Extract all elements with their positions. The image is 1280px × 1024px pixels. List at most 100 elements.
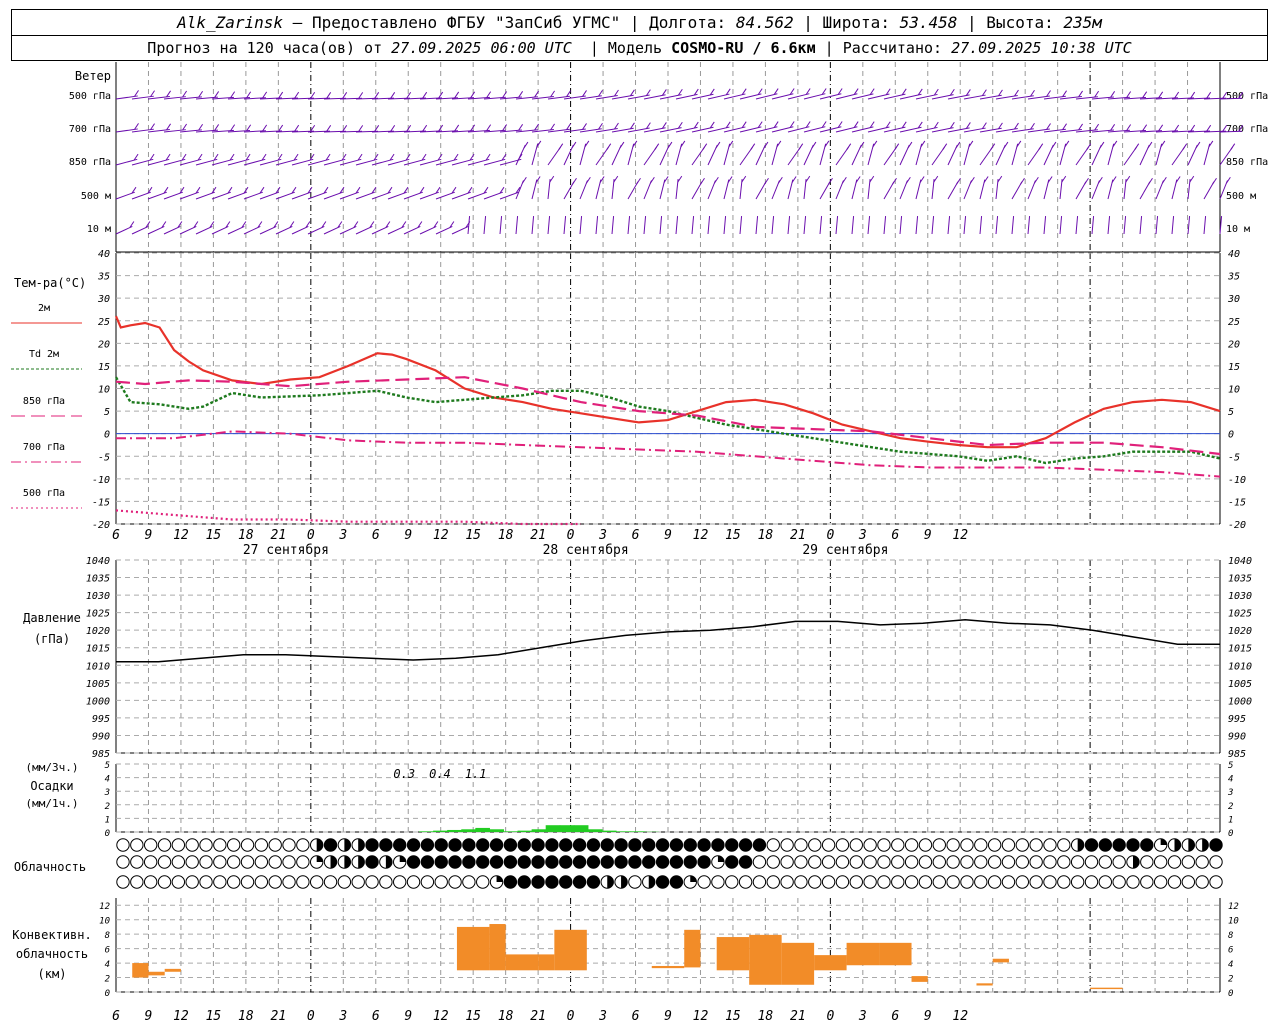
- wind-barb: [1043, 141, 1057, 166]
- wind-barb-shaft: [643, 180, 652, 200]
- cloud-circle: [725, 875, 739, 889]
- cloud-symbol: [296, 855, 310, 869]
- cloud-circle: [766, 838, 780, 852]
- wind-barb: [643, 143, 660, 166]
- wind-barb: [739, 216, 743, 235]
- cloud-circle: [1015, 855, 1030, 869]
- temp-tick-right: 25: [1228, 317, 1240, 328]
- wind-barb: [723, 140, 734, 166]
- precip-bar: [616, 831, 631, 832]
- hour-tick-label: 12: [952, 1009, 968, 1024]
- cloud-symbol: [1195, 875, 1209, 889]
- cloud-circle: [282, 838, 296, 852]
- precip-tick-left: 0: [105, 829, 110, 839]
- cloud-symbol: [1153, 838, 1168, 852]
- wind-barb: [579, 216, 583, 235]
- wind-barb-shaft: [899, 180, 908, 200]
- cloud-circle: [1209, 875, 1223, 889]
- cloud-symbol: [1209, 838, 1223, 852]
- cloud-circle: [434, 875, 448, 889]
- cloud-symbol: [1070, 875, 1085, 889]
- cloud-symbol: [697, 838, 711, 852]
- wind-barb-shaft: [1123, 216, 1127, 235]
- hour-tick-label: 15: [465, 528, 481, 543]
- precip-bar: [433, 830, 448, 832]
- wind-barb-flag: [550, 123, 555, 131]
- hour-tick-label: 9: [664, 1009, 672, 1024]
- wind-barb: [1011, 216, 1015, 235]
- cloud-circle: [891, 838, 905, 852]
- wind-level-label: 10 м: [87, 224, 111, 235]
- wind-barb-shaft: [195, 225, 213, 235]
- cloud-half: [621, 875, 628, 889]
- cloud-symbol: [808, 875, 822, 889]
- cloud-circle: [157, 855, 172, 869]
- wind-barb-flag: [454, 91, 460, 99]
- cloud-symbol: [240, 838, 255, 852]
- cloud-symbol: [780, 875, 794, 889]
- cloud-circle: [379, 838, 393, 852]
- wind-barb: [451, 221, 471, 235]
- wind-barb-shaft: [579, 143, 587, 166]
- wind-barb-flag: [613, 175, 619, 183]
- cloud-circle: [1029, 855, 1043, 869]
- cloud-symbol: [1043, 838, 1057, 852]
- precip-bar: [559, 825, 575, 832]
- wind-barb: [787, 176, 797, 200]
- wind-barb-shaft: [499, 216, 503, 235]
- wind-barb: [739, 143, 756, 166]
- wind-barb-shaft: [627, 216, 631, 235]
- cloud-circle: [365, 838, 379, 852]
- cloud-symbol: [365, 855, 379, 869]
- cloud-circle: [240, 838, 255, 852]
- cloud-circle: [655, 855, 670, 869]
- hour-tick-label: 9: [404, 1009, 412, 1024]
- cloud-circle: [697, 855, 711, 869]
- wind-barb-flag: [1078, 123, 1084, 131]
- precip-tick-right: 4: [1228, 775, 1233, 785]
- cloud-symbol: [586, 855, 601, 869]
- wind-barb-flag: [1099, 141, 1105, 149]
- cloud-circle: [752, 875, 767, 889]
- pressure-tick-right: 1025: [1228, 609, 1252, 620]
- cloud-circle: [545, 838, 559, 852]
- pressure-tick-left: 1025: [86, 609, 110, 620]
- cloud-circle: [157, 875, 172, 889]
- wind-barb-shaft: [1155, 143, 1163, 166]
- cloud-circle: [1112, 875, 1126, 889]
- wind-barb: [995, 141, 1009, 166]
- precip-bar: [447, 829, 462, 832]
- cloud-symbol: [434, 855, 448, 869]
- temp-tick-left: 20: [98, 339, 110, 350]
- wind-barb: [547, 216, 551, 235]
- precip-tick-right: 2: [1228, 802, 1233, 812]
- cloud-symbol: [157, 838, 172, 852]
- wind-barb-flag: [654, 143, 660, 150]
- wind-barb-flag: [777, 176, 783, 184]
- wind-barbs: [115, 88, 1244, 235]
- cloud-circle: [987, 838, 1002, 852]
- cloud-circle: [130, 855, 144, 869]
- cloud-circle: [835, 875, 850, 889]
- cloud-symbol: [379, 855, 393, 869]
- cloud-symbol: [1015, 855, 1030, 869]
- cloud-circle: [199, 875, 213, 889]
- hour-tick-label: 0: [826, 528, 834, 543]
- cloud-circle: [1043, 855, 1057, 869]
- legend-label: Td 2м: [29, 349, 59, 360]
- precip-total-label: 0.4: [429, 767, 451, 781]
- wind-barb: [579, 176, 591, 200]
- cloud-circle: [1084, 838, 1099, 852]
- pressure-tick-right: 1035: [1228, 574, 1252, 585]
- cloud-circle: [476, 875, 490, 889]
- hour-tick-label: 0: [307, 1009, 315, 1024]
- cloud-circle: [296, 875, 310, 889]
- cloud-symbol: [157, 875, 172, 889]
- cloud-symbol: [309, 838, 324, 852]
- cloud-circle: [835, 838, 850, 852]
- cloud-half: [344, 855, 351, 869]
- cloud-symbol: [683, 855, 697, 869]
- cloud-circle: [683, 855, 697, 869]
- precip-tick-right: 1: [1228, 815, 1233, 825]
- temp-tick-right: -5: [1228, 452, 1240, 463]
